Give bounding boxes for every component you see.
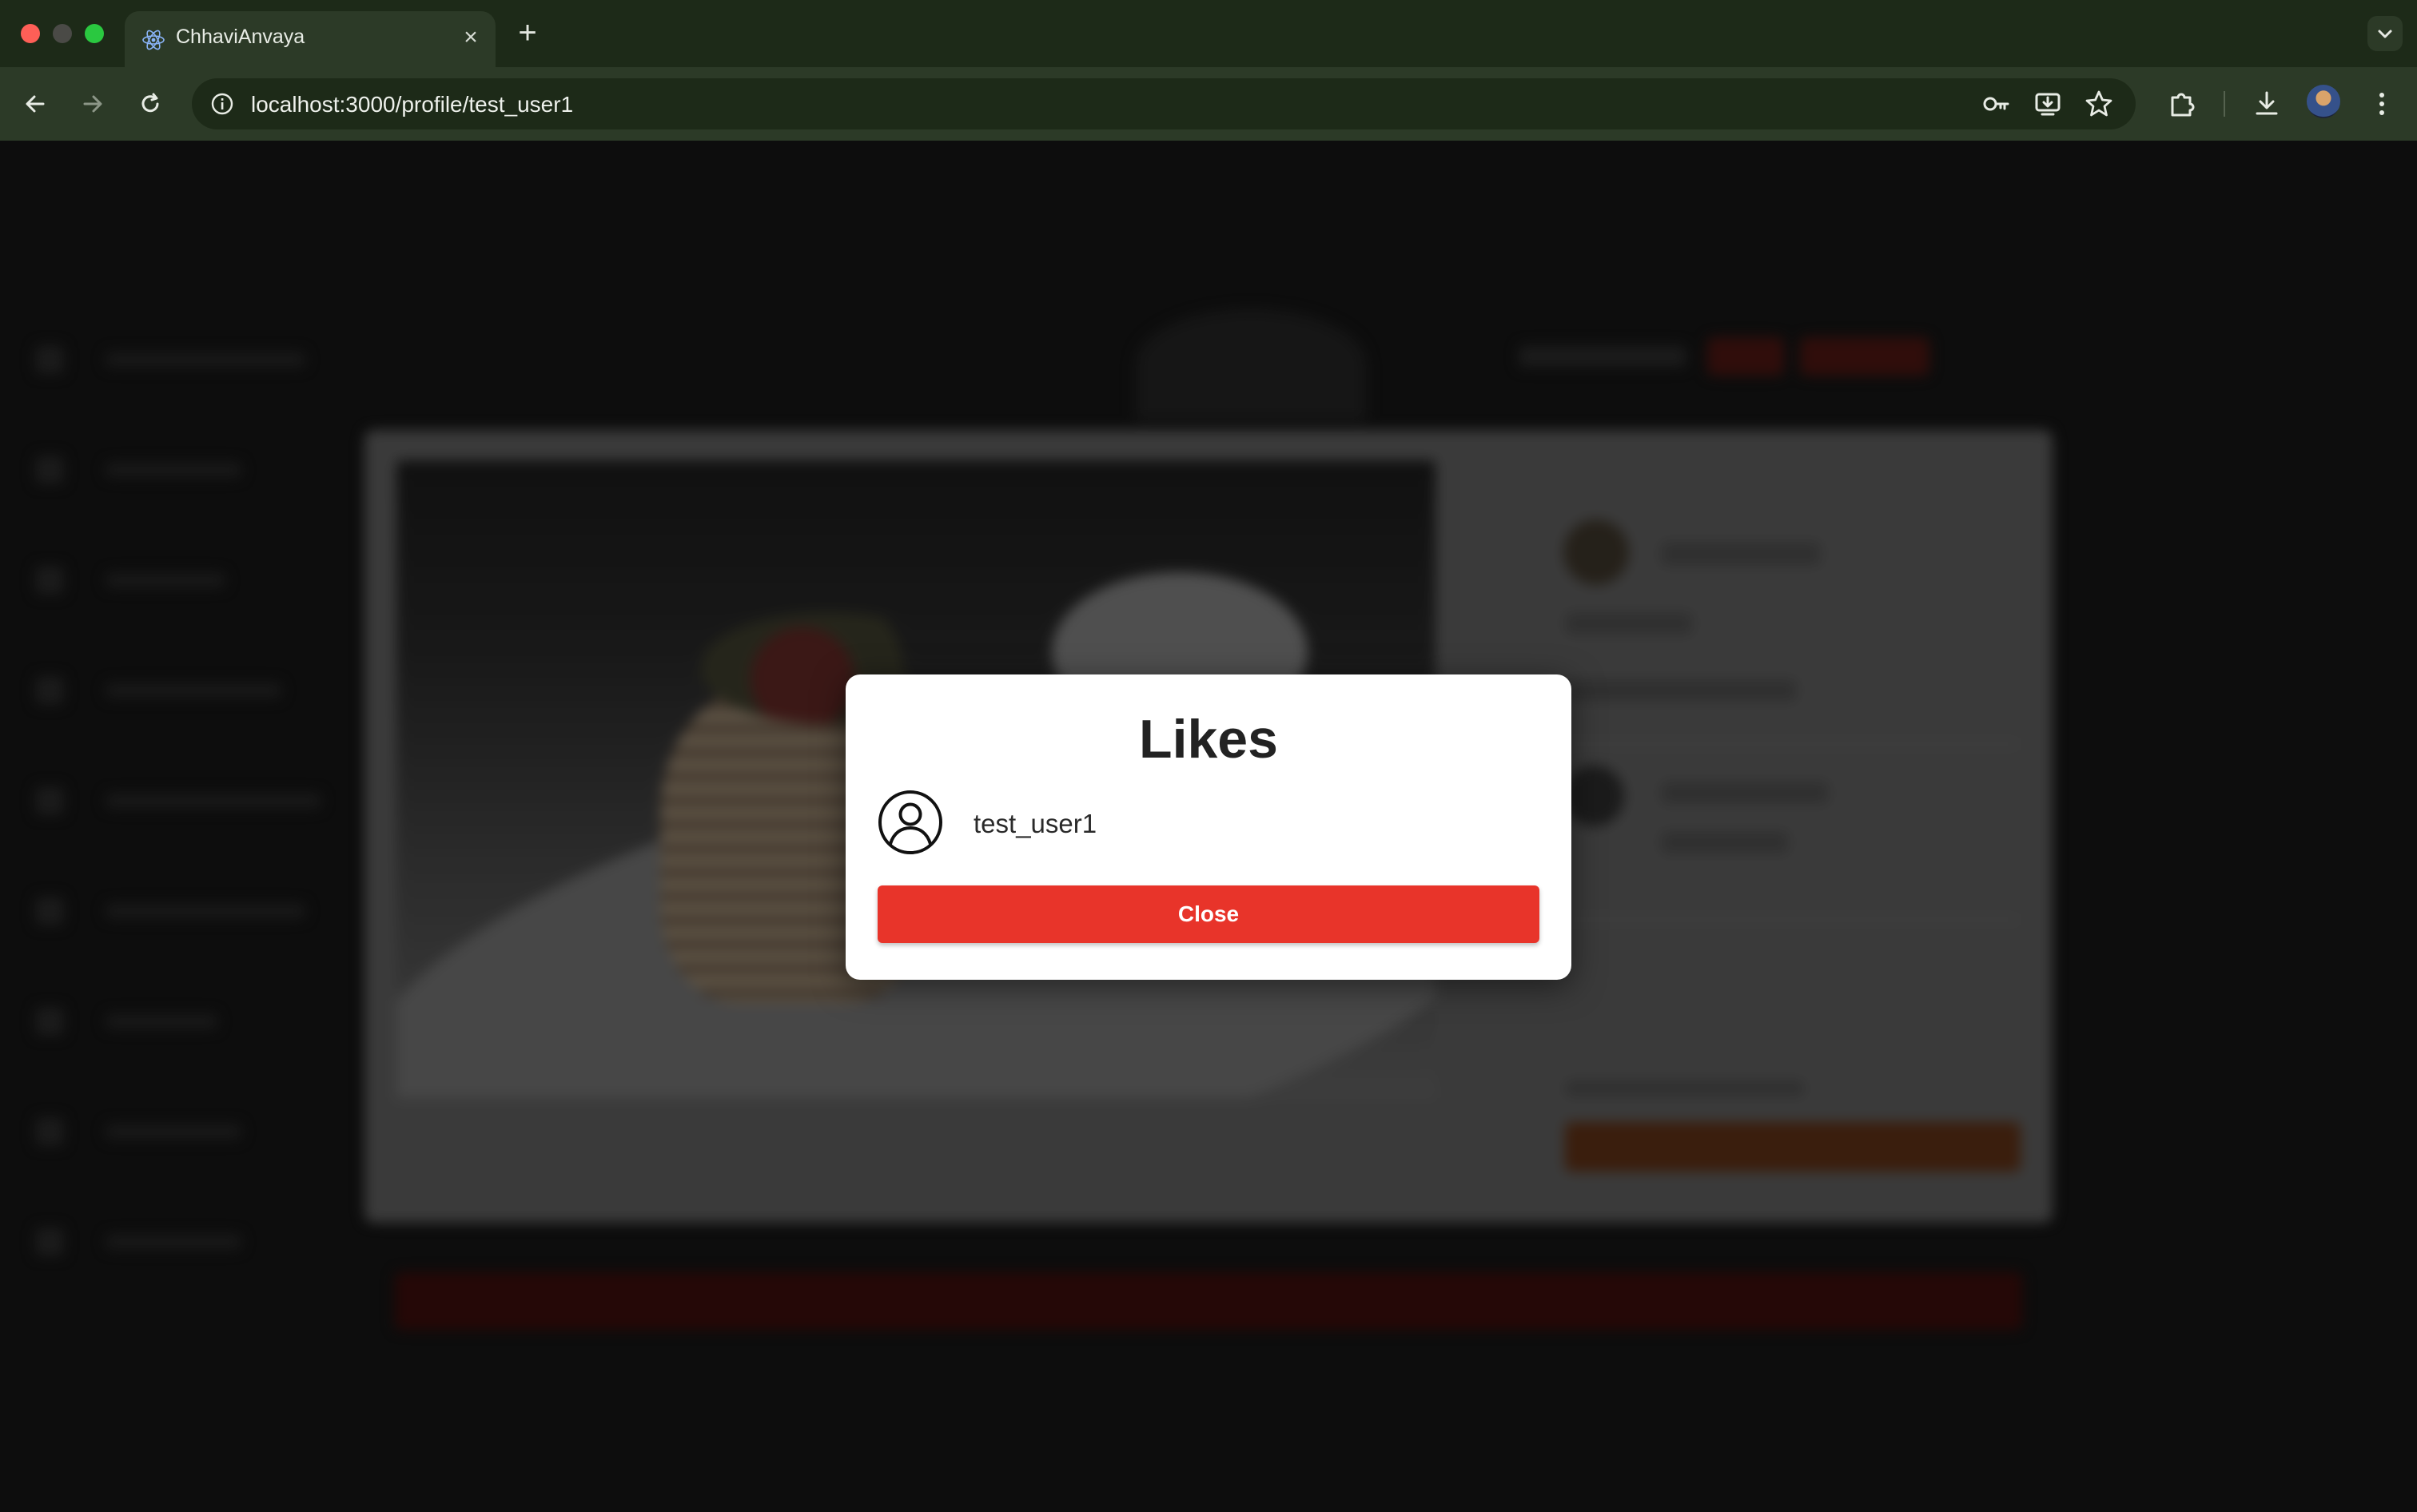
arrow-right-icon bbox=[83, 95, 102, 113]
browser-profile-avatar[interactable] bbox=[2307, 85, 2340, 118]
likes-dialog-title: Likes bbox=[1139, 709, 1278, 770]
browser-tab-strip: ChhaviAnvaya × + bbox=[0, 0, 2417, 67]
react-icon bbox=[142, 30, 165, 50]
toolbar-divider bbox=[2224, 91, 2225, 117]
browser-toolbar: localhost:3000/profile/test_user1 bbox=[0, 67, 2417, 141]
new-tab-icon[interactable]: + bbox=[512, 17, 544, 50]
browser-menu-icon[interactable] bbox=[2363, 85, 2401, 123]
back-button[interactable] bbox=[16, 85, 54, 123]
url-host: localhost bbox=[251, 92, 340, 117]
like-list-item[interactable]: test_user1 bbox=[878, 790, 1539, 857]
window-close-button[interactable] bbox=[21, 24, 40, 43]
bookmark-star-icon[interactable] bbox=[2081, 86, 2116, 121]
window-minimize-button[interactable] bbox=[53, 24, 72, 43]
site-info-icon[interactable] bbox=[205, 86, 240, 121]
chevron-down-icon bbox=[2378, 30, 2392, 38]
url-text: localhost:3000/profile/test_user1 bbox=[251, 92, 573, 117]
url-path: :3000/profile/test_user1 bbox=[339, 92, 574, 117]
close-tab-icon[interactable]: × bbox=[457, 24, 484, 51]
user-avatar-icon bbox=[878, 790, 942, 854]
downloads-icon[interactable] bbox=[2248, 85, 2286, 123]
tab-search-button[interactable] bbox=[2367, 16, 2403, 51]
address-bar[interactable]: localhost:3000/profile/test_user1 bbox=[192, 78, 2136, 129]
likes-dialog: Likes test_user1 Close bbox=[846, 674, 1571, 980]
reload-icon bbox=[141, 93, 159, 113]
extensions-puzzle-icon[interactable] bbox=[2163, 85, 2201, 123]
tab-title: ChhaviAnvaya bbox=[176, 26, 305, 48]
forward-button[interactable] bbox=[74, 85, 112, 123]
arrow-left-icon bbox=[26, 95, 45, 113]
window-zoom-button[interactable] bbox=[85, 24, 104, 43]
like-username: test_user1 bbox=[974, 809, 1097, 838]
browser-tab-active[interactable]: ChhaviAnvaya × bbox=[125, 11, 496, 67]
install-app-icon[interactable] bbox=[2030, 86, 2065, 121]
reload-button[interactable] bbox=[131, 85, 169, 123]
close-button[interactable]: Close bbox=[878, 885, 1539, 943]
password-key-icon[interactable] bbox=[1979, 86, 2014, 121]
